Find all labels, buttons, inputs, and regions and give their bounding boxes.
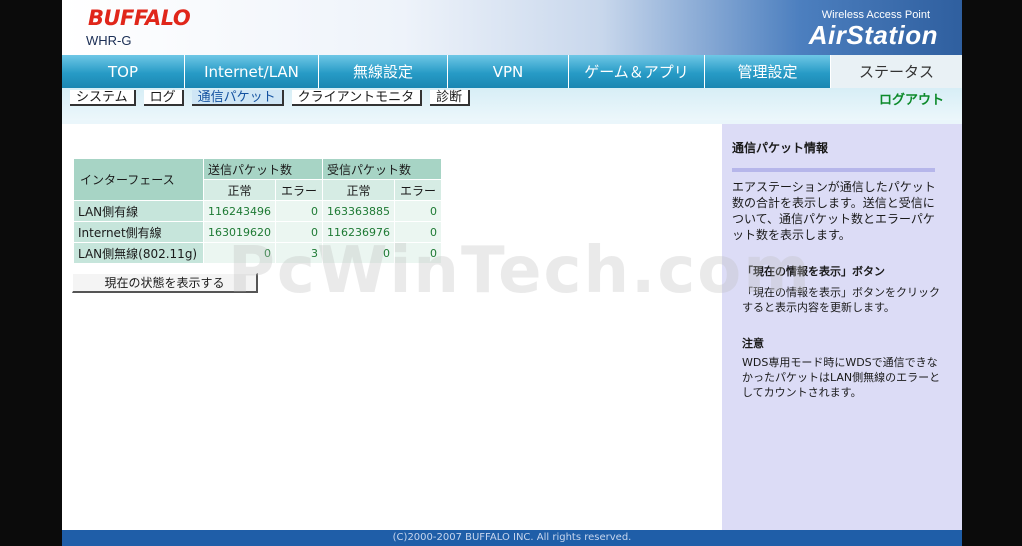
send-err-cell: 0	[276, 201, 322, 221]
send-ok-cell: 163019620	[204, 222, 275, 242]
footer-copyright: (C)2000-2007 BUFFALO INC. All rights res…	[62, 530, 962, 546]
subtab-diagnostics[interactable]: 診断	[430, 90, 471, 106]
recv-header: 受信パケット数	[323, 159, 441, 179]
tab-game-apps[interactable]: ゲーム＆アプリ	[569, 55, 705, 88]
row-label: LAN側無線(802.11g)	[74, 243, 203, 263]
header: BUFFALO WHR-G Wireless Access Point AirS…	[62, 0, 962, 55]
send-err-cell: 3	[276, 243, 322, 263]
recv-err-cell: 0	[395, 201, 441, 221]
row-label: LAN側有線	[74, 201, 203, 221]
buffalo-logo: BUFFALO	[88, 6, 191, 30]
table-row: LAN側有線 116243496 0 163363885 0	[74, 201, 441, 221]
help-note-title: 注意	[742, 337, 764, 350]
table-header-row: インターフェース 送信パケット数 受信パケット数	[74, 159, 441, 200]
airstation-logo: AirStation	[808, 20, 938, 50]
interface-header: インターフェース	[74, 159, 203, 200]
tab-wireless[interactable]: 無線設定	[319, 55, 448, 88]
subtab-client-monitor[interactable]: クライアントモニタ	[291, 90, 423, 106]
help-title: 通信パケット情報	[732, 141, 829, 155]
router-admin-frame: BUFFALO WHR-G Wireless Access Point AirS…	[62, 0, 962, 546]
help-panel: 通信パケット情報 エアステーションが通信したパケット数の合計を表示します。送信と…	[722, 124, 962, 530]
recv-err-cell: 0	[395, 243, 441, 263]
refresh-status-button[interactable]: 現在の状態を表示する	[72, 273, 258, 293]
table-row: Internet側有線 163019620 0 116236976 0	[74, 222, 441, 242]
tab-admin[interactable]: 管理設定	[705, 55, 831, 88]
help-button-title: 「現在の情報を表示」ボタン	[742, 265, 885, 278]
recv-err-cell: 0	[395, 222, 441, 242]
send-ok-cell: 0	[204, 243, 275, 263]
send-header: 送信パケット数	[204, 159, 322, 179]
send-error-header: エラー	[276, 180, 322, 200]
main-content: インターフェース 送信パケット数 受信パケット数 正常 エラー 正常 エラー L…	[62, 124, 722, 530]
tab-vpn[interactable]: VPN	[448, 55, 569, 88]
send-normal-header: 正常	[204, 180, 275, 200]
subtab-system[interactable]: システム	[70, 90, 136, 106]
send-ok-cell: 116243496	[204, 201, 275, 221]
logout-link[interactable]: ログアウト	[879, 89, 944, 108]
recv-error-header: エラー	[395, 180, 441, 200]
help-note-description: WDS専用モード時にWDSで通信できなかったパケットはLAN側無線のエラーとして…	[742, 356, 941, 399]
sub-nav: システム ログ 通信パケット クライアントモニタ 診断 ログアウト	[62, 88, 962, 120]
tab-top[interactable]: TOP	[62, 55, 185, 88]
tab-status[interactable]: ステータス	[831, 55, 962, 88]
help-description: エアステーションが通信したパケット数の合計を表示します。送信と受信について、通信…	[732, 180, 936, 242]
packet-table: インターフェース 送信パケット数 受信パケット数 正常 エラー 正常 エラー L…	[73, 158, 442, 264]
table-row: LAN側無線(802.11g) 0 3 0 0	[74, 243, 441, 263]
recv-normal-header: 正常	[323, 180, 394, 200]
help-button-description: 「現在の情報を表示」ボタンをクリックすると表示内容を更新します。	[742, 286, 940, 314]
send-err-cell: 0	[276, 222, 322, 242]
recv-ok-cell: 116236976	[323, 222, 394, 242]
recv-ok-cell: 163363885	[323, 201, 394, 221]
model-name: WHR-G	[86, 33, 132, 48]
row-label: Internet側有線	[74, 222, 203, 242]
subtab-packets[interactable]: 通信パケット	[191, 90, 284, 106]
tab-internet-lan[interactable]: Internet/LAN	[185, 55, 319, 88]
subtab-log[interactable]: ログ	[143, 90, 184, 106]
recv-ok-cell: 0	[323, 243, 394, 263]
main-nav: TOP Internet/LAN 無線設定 VPN ゲーム＆アプリ 管理設定 ス…	[62, 55, 962, 88]
help-divider	[732, 168, 935, 172]
